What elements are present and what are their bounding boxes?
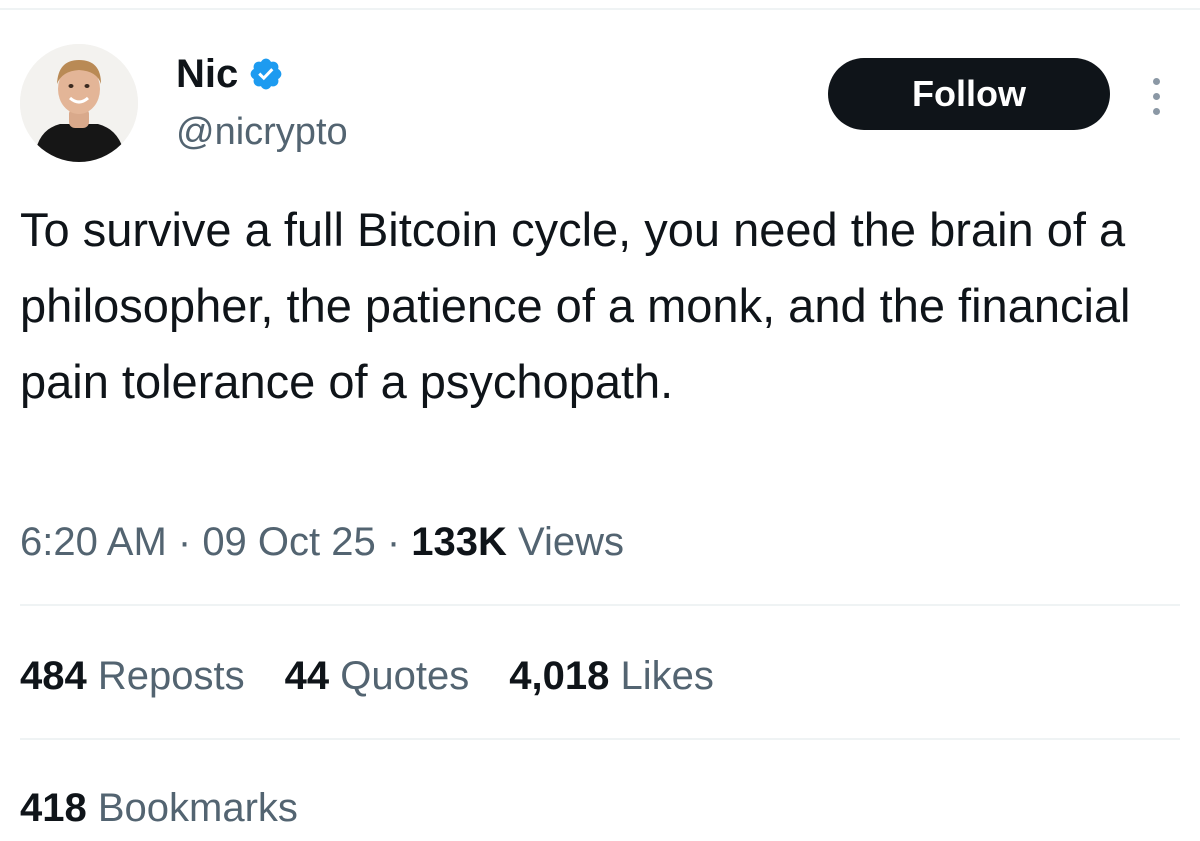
reposts-count: 484	[20, 654, 87, 698]
likes-label: Likes	[620, 654, 714, 698]
avatar-image	[20, 44, 138, 162]
reposts-label: Reposts	[97, 654, 245, 698]
bookmarks-stat[interactable]: 418 Bookmarks	[20, 778, 298, 838]
more-vertical-icon	[1152, 107, 1160, 115]
meta-separator: ·	[375, 520, 412, 564]
bookmarks-count: 418	[20, 786, 87, 830]
follow-button[interactable]: Follow	[828, 58, 1110, 130]
quotes-stat[interactable]: 44 Quotes	[285, 646, 470, 706]
quotes-count: 44	[284, 654, 330, 698]
name-row: Nic	[176, 52, 284, 96]
verified-badge-icon	[250, 58, 282, 90]
tweet-meta: 6:20 AM · 09 Oct 25 · 133K Views	[20, 512, 624, 572]
more-vertical-icon	[1152, 77, 1160, 85]
likes-count: 4,018	[509, 654, 610, 698]
avatar[interactable]	[20, 44, 138, 162]
bookmarks-label: Bookmarks	[97, 786, 298, 830]
reposts-stat[interactable]: 484 Reposts	[20, 646, 245, 706]
meta-separator: ·	[166, 520, 203, 564]
quotes-label: Quotes	[340, 654, 470, 698]
tweet-time[interactable]: 6:20 AM	[20, 520, 167, 564]
tweet-text: To survive a full Bitcoin cycle, you nee…	[20, 203, 1131, 408]
display-name[interactable]: Nic	[176, 52, 238, 96]
tweet-header: Nic @nicrypto Follow	[20, 44, 1180, 170]
more-vertical-icon	[1152, 92, 1160, 100]
top-divider	[0, 8, 1200, 10]
more-options-button[interactable]	[1144, 68, 1168, 124]
views-label: Views	[518, 520, 625, 564]
user-handle[interactable]: @nicrypto	[176, 110, 348, 154]
likes-stat[interactable]: 4,018 Likes	[509, 646, 714, 706]
engagement-stats: 484 Reposts 44 Quotes 4,018 Likes	[20, 646, 714, 706]
divider	[20, 604, 1180, 606]
tweet-date[interactable]: 09 Oct 25	[202, 520, 375, 564]
views-count: 133K	[411, 520, 507, 564]
divider	[20, 738, 1180, 740]
